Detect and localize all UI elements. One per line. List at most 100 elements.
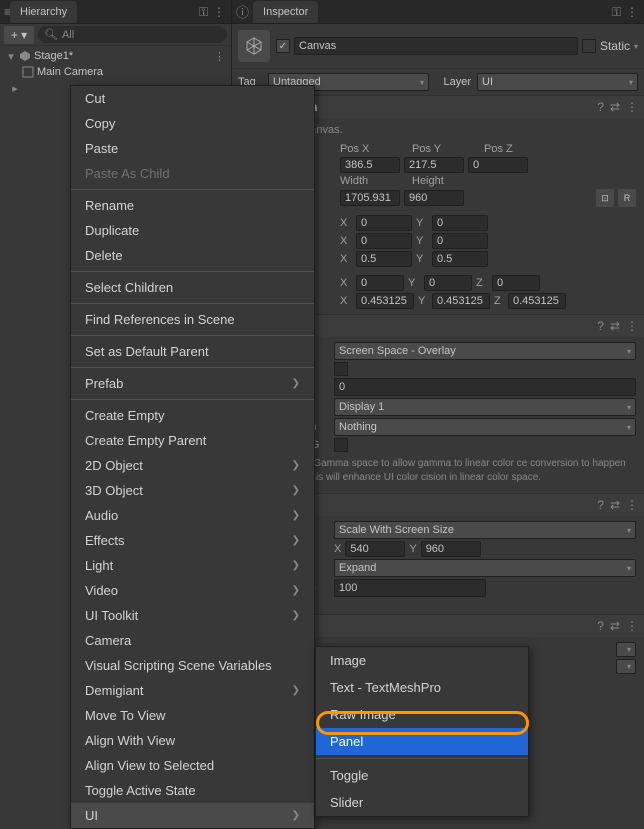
hierarchy-tab[interactable]: Hierarchy xyxy=(10,1,77,23)
menu-item-rename[interactable]: Rename xyxy=(71,193,314,218)
gameobject-cube-icon xyxy=(238,30,270,62)
menu-item-align-view-to-selected[interactable]: Align View to Selected xyxy=(71,753,314,778)
scalez-input[interactable] xyxy=(508,293,566,309)
layer-dropdown[interactable]: UI xyxy=(477,73,638,91)
menu-item-duplicate[interactable]: Duplicate xyxy=(71,218,314,243)
submenu-item-panel[interactable]: Panel xyxy=(316,728,528,755)
pixels-input[interactable] xyxy=(334,579,486,597)
anchor-maxx-input[interactable] xyxy=(356,233,412,249)
menu-item-create-empty-parent[interactable]: Create Empty Parent xyxy=(71,428,314,453)
menu-item-toggle-active-state[interactable]: Toggle Active State xyxy=(71,778,314,803)
rotx-input[interactable] xyxy=(356,275,404,291)
gameobject-row[interactable]: Main Camera xyxy=(0,64,231,80)
menu-item-prefab[interactable]: Prefab❯ xyxy=(71,371,314,396)
blueprint-mode-button[interactable]: ⊡ xyxy=(596,189,614,207)
menu-item-label: Demigiant xyxy=(85,683,144,698)
preset-icon[interactable]: ⇄ xyxy=(610,319,620,333)
anchor-minx-input[interactable] xyxy=(356,215,412,231)
submenu-item-text-textmeshpro[interactable]: Text - TextMeshPro xyxy=(316,674,528,701)
static-checkbox[interactable] xyxy=(582,39,596,53)
posx-input[interactable] xyxy=(340,157,400,173)
shader-channels-dropdown[interactable]: Nothing xyxy=(334,418,636,436)
menu-item-video[interactable]: Video❯ xyxy=(71,578,314,603)
match-mode-dropdown[interactable]: Expand xyxy=(334,559,636,577)
width-input[interactable] xyxy=(340,190,400,206)
create-dropdown-button[interactable]: + ▾ xyxy=(4,26,34,44)
help-icon[interactable]: ? xyxy=(597,619,604,633)
preset-icon[interactable]: ⇄ xyxy=(610,498,620,512)
menu-item-paste-as-child[interactable]: Paste As Child xyxy=(71,161,314,186)
menu-item-align-with-view[interactable]: Align With View xyxy=(71,728,314,753)
component-menu-icon[interactable]: ⋮ xyxy=(626,498,638,512)
menu-item-cut[interactable]: Cut xyxy=(71,86,314,111)
rotz-input[interactable] xyxy=(492,275,540,291)
menu-item-effects[interactable]: Effects❯ xyxy=(71,528,314,553)
preset-icon[interactable]: ⇄ xyxy=(610,619,620,633)
menu-item-select-children[interactable]: Select Children xyxy=(71,275,314,300)
menu-item-delete[interactable]: Delete xyxy=(71,243,314,268)
raw-edit-button[interactable]: R xyxy=(618,189,636,207)
scalex-input[interactable] xyxy=(356,293,414,309)
scaley-input[interactable] xyxy=(432,293,490,309)
expand-arrow-icon[interactable]: ▸ xyxy=(10,82,20,95)
menu-item-create-empty[interactable]: Create Empty xyxy=(71,403,314,428)
component-menu-icon[interactable]: ⋮ xyxy=(626,319,638,333)
panel-menu-icon[interactable]: ⋮ xyxy=(626,5,640,19)
submenu-item-toggle[interactable]: Toggle xyxy=(316,762,528,789)
submenu-item-slider[interactable]: Slider xyxy=(316,789,528,816)
refx-input[interactable] xyxy=(345,541,405,557)
panel-menu-icon[interactable]: ⋮ xyxy=(213,5,227,19)
expand-arrow-icon[interactable]: ▾ xyxy=(6,50,16,63)
menu-item-light[interactable]: Light❯ xyxy=(71,553,314,578)
sort-order-input[interactable] xyxy=(334,378,636,396)
object-name-input[interactable] xyxy=(294,37,578,55)
refy-input[interactable] xyxy=(421,541,481,557)
menu-item-2d-object[interactable]: 2D Object❯ xyxy=(71,453,314,478)
preset-icon[interactable]: ⇄ xyxy=(610,100,620,114)
menu-item-audio[interactable]: Audio❯ xyxy=(71,503,314,528)
menu-item-find-references-in-scene[interactable]: Find References in Scene xyxy=(71,307,314,332)
roty-input[interactable] xyxy=(424,275,472,291)
collapsed-dropdown[interactable] xyxy=(616,659,636,674)
hierarchy-search-input[interactable]: 🔍︎ All xyxy=(38,26,227,43)
height-input[interactable] xyxy=(404,190,464,206)
menu-item-camera[interactable]: Camera xyxy=(71,628,314,653)
help-icon[interactable]: ? xyxy=(597,100,604,114)
submenu-item-image[interactable]: Image xyxy=(316,647,528,674)
render-mode-dropdown[interactable]: Screen Space - Overlay xyxy=(334,342,636,360)
posy-input[interactable] xyxy=(404,157,464,173)
menu-item-3d-object[interactable]: 3D Object❯ xyxy=(71,478,314,503)
scene-menu-icon[interactable]: ⋮ xyxy=(214,50,231,63)
help-icon[interactable]: ? xyxy=(597,319,604,333)
gamma-checkbox[interactable] xyxy=(334,438,348,452)
anchor-maxy-input[interactable] xyxy=(432,233,488,249)
component-menu-icon[interactable]: ⋮ xyxy=(626,619,638,633)
posz-input[interactable] xyxy=(468,157,528,173)
help-icon[interactable]: ? xyxy=(597,498,604,512)
target-display-dropdown[interactable]: Display 1 xyxy=(334,398,636,416)
unlock-icon[interactable]: ⚿ xyxy=(612,5,626,19)
pivotx-input[interactable] xyxy=(356,251,412,267)
collapsed-dropdown[interactable] xyxy=(616,642,636,657)
component-menu-icon[interactable]: ⋮ xyxy=(626,100,638,114)
unlock-icon[interactable]: ⚿ xyxy=(199,5,213,19)
submenu-arrow-icon: ❯ xyxy=(292,378,300,389)
menu-item-set-as-default-parent[interactable]: Set as Default Parent xyxy=(71,339,314,364)
menu-item-move-to-view[interactable]: Move To View xyxy=(71,703,314,728)
inspector-tab[interactable]: Inspector xyxy=(253,1,318,23)
active-checkbox[interactable]: ✓ xyxy=(276,39,290,53)
submenu-item-raw-image[interactable]: Raw Image xyxy=(316,701,528,728)
menu-item-demigiant[interactable]: Demigiant❯ xyxy=(71,678,314,703)
pivoty-input[interactable] xyxy=(432,251,488,267)
menu-item-visual-scripting-scene-variables[interactable]: Visual Scripting Scene Variables xyxy=(71,653,314,678)
static-dropdown-icon[interactable]: ▾ xyxy=(634,42,638,51)
anchor-miny-input[interactable] xyxy=(432,215,488,231)
menu-item-paste[interactable]: Paste xyxy=(71,136,314,161)
menu-item-copy[interactable]: Copy xyxy=(71,111,314,136)
menu-item-ui-toolkit[interactable]: UI Toolkit❯ xyxy=(71,603,314,628)
scene-row[interactable]: ▾ Stage1* ⋮ xyxy=(0,48,231,64)
scale-mode-dropdown[interactable]: Scale With Screen Size xyxy=(334,521,636,539)
menu-item-ui[interactable]: UI❯ xyxy=(71,803,314,828)
pixel-perfect-checkbox[interactable] xyxy=(334,362,348,376)
menu-item-label: Effects xyxy=(85,533,125,548)
